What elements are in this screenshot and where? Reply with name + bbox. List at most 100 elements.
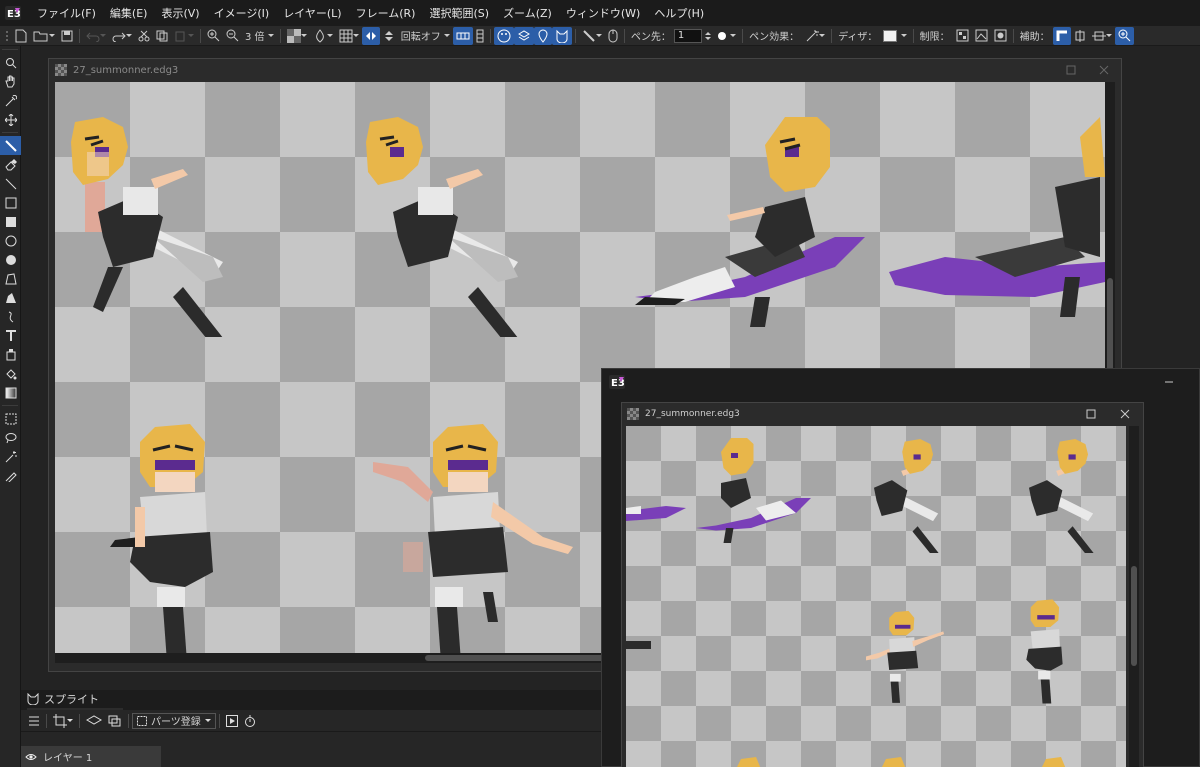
zoom-out-icon[interactable]: [223, 27, 242, 45]
timer-icon[interactable]: [241, 712, 259, 730]
eraser-icon[interactable]: [0, 155, 21, 174]
sprite-tab[interactable]: スプライト: [27, 690, 123, 710]
play-frame-icon[interactable]: [223, 712, 241, 730]
stamp-icon[interactable]: [0, 345, 21, 364]
zoom-level-dropdown[interactable]: 3 倍: [242, 27, 277, 45]
mirror-vertical-icon[interactable]: [380, 27, 398, 45]
maximize-icon[interactable]: [1084, 407, 1098, 421]
limit-image-icon[interactable]: [972, 27, 991, 45]
limit-label: 制限：: [919, 32, 950, 43]
copy-icon[interactable]: [153, 27, 171, 45]
cut-icon[interactable]: [135, 27, 153, 45]
grid-icon[interactable]: [336, 27, 362, 45]
zoom-tool-icon[interactable]: [1114, 26, 1134, 45]
curve-icon[interactable]: [0, 307, 21, 326]
assist-corner-icon[interactable]: [1052, 26, 1071, 45]
menu-zoom[interactable]: ズーム(Z): [496, 5, 559, 21]
canvas-window-titlebar: 27_summonner.edg3: [49, 59, 1121, 81]
close-icon[interactable]: [1118, 407, 1132, 421]
menu-help[interactable]: ヘルプ(H): [647, 5, 711, 21]
dither-dropdown[interactable]: [880, 27, 909, 45]
dither-swatch: [883, 29, 898, 42]
filled-ellipse-icon[interactable]: [0, 250, 21, 269]
line-icon[interactable]: [0, 174, 21, 193]
ellipse-icon[interactable]: [0, 231, 21, 250]
transparency-icon[interactable]: [284, 27, 310, 45]
minimize-icon[interactable]: [1162, 375, 1176, 389]
pen-shape-dropdown[interactable]: [714, 27, 739, 45]
zoom-in-icon[interactable]: [204, 27, 223, 45]
onion-skin-icon[interactable]: [310, 27, 336, 45]
mirror-horizontal-icon[interactable]: [361, 26, 380, 45]
pen-effect-dropdown[interactable]: [802, 27, 828, 45]
paste-icon[interactable]: [171, 27, 197, 45]
preview-sprite-2: [1028, 439, 1094, 553]
filled-rectangle-icon[interactable]: [0, 212, 21, 231]
limit-layer-icon[interactable]: [953, 27, 972, 45]
cat-icon[interactable]: [551, 26, 572, 45]
hand-icon[interactable]: [0, 72, 21, 91]
menu-window[interactable]: ウィンドウ(W): [559, 5, 647, 21]
save-icon[interactable]: [58, 27, 76, 45]
menu-frame[interactable]: フレーム(R): [349, 5, 423, 21]
eyedropper-icon[interactable]: [0, 91, 21, 110]
undo-icon[interactable]: [83, 27, 109, 45]
menu-edit[interactable]: 編集(E): [103, 5, 155, 21]
lasso-icon[interactable]: [0, 428, 21, 447]
gradient-icon[interactable]: [0, 383, 21, 402]
palette-icon[interactable]: [493, 26, 514, 45]
tile-horizontal-icon[interactable]: [452, 26, 473, 45]
assist-center-icon[interactable]: [1071, 27, 1089, 45]
rotate-label: 回転オフ: [400, 32, 441, 43]
menu-view[interactable]: 表示(V): [154, 5, 206, 21]
menu-icon[interactable]: [25, 712, 43, 730]
menu-file[interactable]: ファイル(F): [30, 5, 103, 21]
menu-layer[interactable]: レイヤー(L): [276, 5, 348, 21]
filled-polygon-icon[interactable]: [0, 288, 21, 307]
pen-tip-input[interactable]: 1: [673, 28, 702, 43]
pen-tip-stepper[interactable]: [702, 27, 714, 45]
mouse-icon[interactable]: [605, 27, 621, 45]
separator: [574, 28, 576, 43]
assist-cross-icon[interactable]: [1089, 27, 1115, 45]
pin-icon[interactable]: [533, 26, 552, 45]
tile-vertical-icon[interactable]: [473, 27, 487, 45]
layers-icon[interactable]: [513, 26, 534, 45]
menu-image[interactable]: イメージ(I): [207, 5, 277, 21]
polygon-icon[interactable]: [0, 269, 21, 288]
select-pen-icon[interactable]: [0, 466, 21, 485]
search-icon[interactable]: [0, 53, 21, 72]
pen-tool-icon[interactable]: [579, 27, 605, 45]
preview-sprite-1: [873, 439, 939, 553]
new-file-icon[interactable]: [12, 27, 30, 45]
preview-canvas[interactable]: [626, 426, 1126, 767]
preview-vertical-scrollbar[interactable]: [1129, 426, 1139, 767]
fill-bucket-icon[interactable]: [0, 364, 21, 383]
parts-copy-icon[interactable]: [105, 712, 125, 730]
pen-icon[interactable]: [0, 136, 21, 155]
layer-row[interactable]: レイヤー 1: [21, 746, 161, 767]
crop-icon[interactable]: [50, 712, 76, 730]
preview-sprite-6: [866, 610, 945, 703]
limit-color-icon[interactable]: [991, 27, 1010, 45]
rectangle-icon[interactable]: [0, 193, 21, 212]
preview-app-window: E3 27_summonner.edg3: [601, 368, 1200, 767]
open-folder-icon[interactable]: [30, 27, 58, 45]
rotate-dropdown[interactable]: 回転オフ: [398, 27, 453, 45]
move-icon[interactable]: [0, 110, 21, 129]
parts-register-button[interactable]: パーツ登録: [132, 712, 216, 729]
rect-select-icon[interactable]: [0, 409, 21, 428]
preview-sprite-fragment: [626, 641, 651, 649]
separator: [79, 28, 80, 43]
redo-icon[interactable]: [109, 27, 135, 45]
character-sprite-6: [373, 424, 573, 653]
close-icon[interactable]: [1097, 63, 1111, 77]
text-icon[interactable]: [0, 326, 21, 345]
scroll-thumb[interactable]: [1131, 566, 1137, 666]
eye-icon[interactable]: [25, 752, 37, 762]
magic-wand-icon[interactable]: [0, 447, 21, 466]
menu-selection[interactable]: 選択範囲(S): [422, 5, 496, 21]
preview-sprite-row-bottom: [737, 757, 1066, 767]
parts-add-icon[interactable]: [83, 712, 105, 730]
maximize-icon[interactable]: [1064, 63, 1078, 77]
